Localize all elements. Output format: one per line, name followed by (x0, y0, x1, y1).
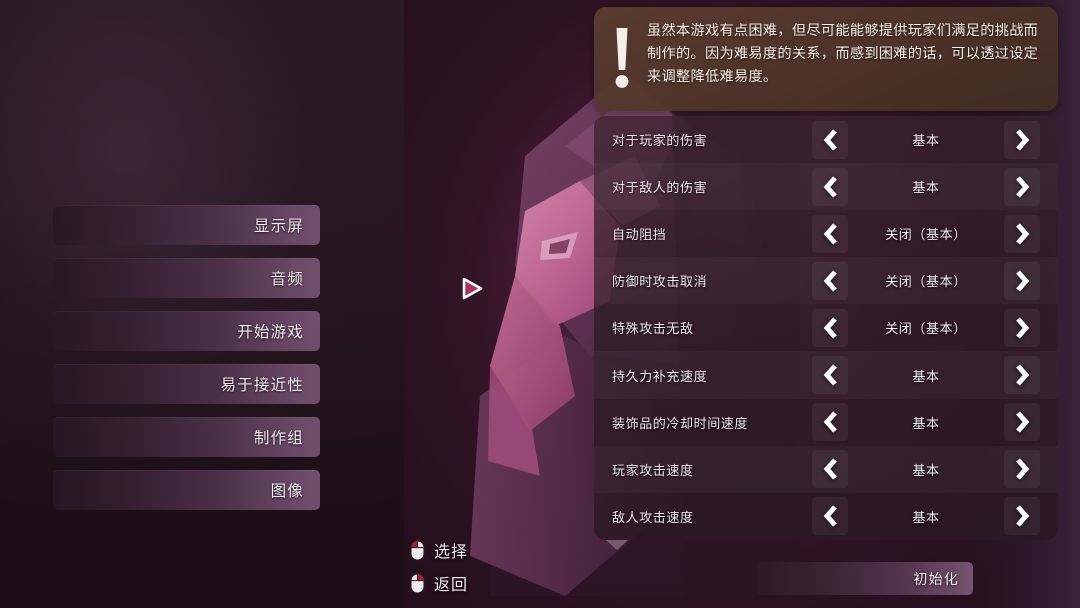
chevron-left-icon[interactable] (812, 308, 848, 347)
setting-row-stamina-recovery: 持久力补充速度 基本 (594, 351, 1058, 398)
tooltip-text: 虽然本游戏有点困难，但尽可能能够提供玩家们满足的挑战而制作的。因为难易度的关系，… (647, 23, 1039, 85)
chevron-left-icon[interactable] (812, 450, 848, 489)
sidebar-item-accessibility[interactable]: 易于接近性 (53, 364, 320, 404)
reset-button-label: 初始化 (913, 570, 959, 587)
setting-label: 玩家攻击速度 (612, 462, 694, 478)
scroll-down-indicator-icon (606, 540, 628, 550)
setting-row-enemy-damage: 对于敌人的伤害 基本 (594, 163, 1058, 210)
setting-label: 对于玩家的伤害 (612, 133, 708, 149)
chevron-right-icon[interactable] (1004, 214, 1040, 253)
chevron-right-icon[interactable] (1004, 261, 1040, 300)
chevron-left-icon[interactable] (812, 120, 848, 159)
sidebar-item-start-game[interactable]: 开始游戏 (53, 311, 320, 351)
input-prompts: 选择 返回 (410, 538, 468, 595)
setting-row-player-damage: 对于玩家的伤害 基本 (594, 116, 1058, 163)
chevron-right-icon[interactable] (1004, 403, 1040, 442)
setting-label: 自动阻挡 (612, 227, 667, 243)
setting-value: 基本 (912, 509, 940, 525)
reset-button[interactable]: 初始化 (757, 562, 973, 595)
setting-value: 基本 (912, 415, 940, 431)
prompt-back: 返回 (410, 571, 468, 595)
setting-label: 防御时攻击取消 (612, 274, 708, 290)
setting-value: 基本 (912, 180, 940, 196)
prompt-label: 返回 (434, 577, 469, 594)
sidebar-item-label: 图像 (270, 483, 304, 500)
chevron-left-icon[interactable] (812, 261, 848, 300)
mouse-right-click-icon (410, 572, 425, 594)
setting-value: 关闭（基本） (885, 321, 967, 337)
sidebar-item-label: 开始游戏 (237, 324, 304, 341)
chevron-right-icon[interactable] (1004, 167, 1040, 206)
setting-label: 装饰品的冷却时间速度 (612, 415, 749, 431)
chevron-left-icon[interactable] (812, 214, 848, 253)
sidebar-menu: 显示屏 音频 开始游戏 易于接近性 制作组 图像 (53, 205, 320, 523)
setting-value: 基本 (912, 133, 940, 149)
game-settings-screen: 显示屏 音频 开始游戏 易于接近性 制作组 图像 选择 返回 虽然本游戏有点困难… (0, 0, 1080, 608)
sidebar-item-display[interactable]: 显示屏 (53, 205, 320, 245)
setting-row-guard-cancel: 防御时攻击取消 关闭（基本） (594, 257, 1058, 304)
chevron-right-icon[interactable] (1004, 120, 1040, 159)
chevron-right-icon[interactable] (1004, 356, 1040, 395)
setting-row-special-invincible: 特殊攻击无敌 关闭（基本） (594, 304, 1058, 351)
chevron-left-icon[interactable] (812, 497, 848, 536)
sidebar-item-label: 音频 (270, 271, 304, 288)
setting-value: 关闭（基本） (885, 274, 967, 290)
setting-value: 基本 (912, 368, 940, 384)
setting-row-auto-block: 自动阻挡 关闭（基本） (594, 210, 1058, 257)
chevron-left-icon[interactable] (812, 167, 848, 206)
exclamation-icon (607, 22, 637, 96)
info-tooltip: 虽然本游戏有点困难，但尽可能能够提供玩家们满足的挑战而制作的。因为难易度的关系，… (594, 7, 1058, 111)
mouse-left-click-icon (410, 539, 425, 561)
settings-panel: 对于玩家的伤害 基本 对于敌人的伤害 基本 自动阻挡 关闭（基本） 防御时攻击取… (594, 116, 1058, 540)
setting-row-enemy-attack-speed: 敌人攻击速度 基本 (594, 493, 1058, 540)
sidebar-item-label: 制作组 (253, 430, 304, 447)
setting-row-trinket-cooldown: 装饰品的冷却时间速度 基本 (594, 399, 1058, 446)
setting-value: 关闭（基本） (885, 227, 967, 243)
sidebar-item-credits[interactable]: 制作组 (53, 417, 320, 457)
chevron-right-icon[interactable] (1004, 497, 1040, 536)
sidebar-item-label: 易于接近性 (220, 377, 304, 394)
sidebar-item-label: 显示屏 (253, 218, 304, 235)
setting-label: 对于敌人的伤害 (612, 180, 708, 196)
setting-label: 持久力补充速度 (612, 368, 708, 384)
chevron-right-icon[interactable] (1004, 308, 1040, 347)
chevron-left-icon[interactable] (812, 403, 848, 442)
setting-label: 敌人攻击速度 (612, 509, 694, 525)
prompt-label: 选择 (434, 544, 469, 561)
chevron-right-icon[interactable] (1004, 450, 1040, 489)
chevron-left-icon[interactable] (812, 356, 848, 395)
sidebar-item-graphics[interactable]: 图像 (53, 470, 320, 510)
setting-label: 特殊攻击无敌 (612, 321, 694, 337)
setting-row-player-attack-speed: 玩家攻击速度 基本 (594, 446, 1058, 493)
prompt-select: 选择 (410, 538, 468, 562)
setting-value: 基本 (912, 462, 940, 478)
sidebar-item-audio[interactable]: 音频 (53, 258, 320, 298)
